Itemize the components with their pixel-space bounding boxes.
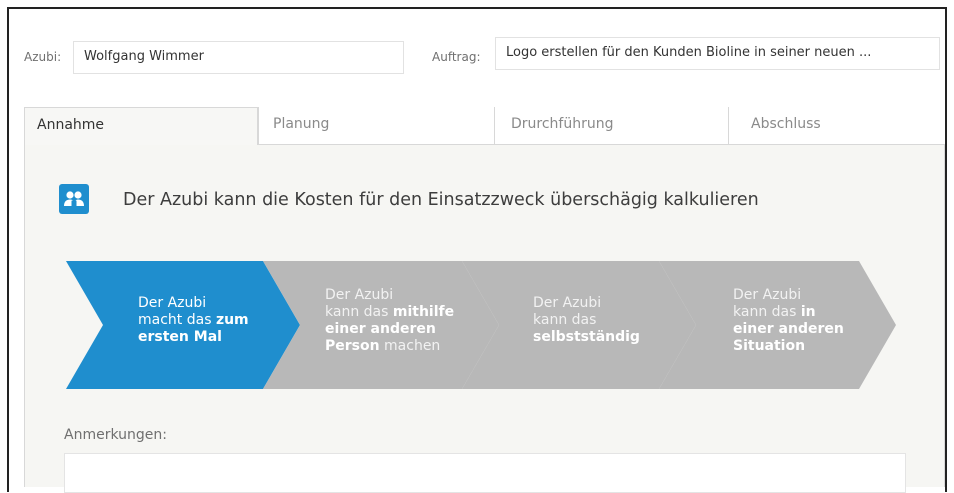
step-3-line3: selbstständig: [533, 329, 640, 345]
step-2-line4-bold: Person: [325, 338, 380, 354]
users-icon: [59, 184, 89, 214]
tab-durchfuehrung[interactable]: Drurchführung: [494, 107, 728, 144]
step-4-text[interactable]: Der Azubi kann das in einer anderen Situ…: [733, 287, 844, 355]
notes-textarea[interactable]: [64, 453, 906, 493]
azubi-field[interactable]: Wolfgang Wimmer: [73, 41, 404, 74]
step-1-line1: Der Azubi: [138, 295, 207, 311]
tab-abschluss[interactable]: Abschluss: [728, 107, 945, 144]
notes-label: Anmerkungen:: [64, 427, 167, 443]
tab-annahme[interactable]: Annahme: [24, 107, 258, 145]
step-4-line2: kann das: [733, 304, 801, 320]
step-2-line2-bold: mithilfe: [392, 304, 455, 320]
step-2-line2: kann das: [325, 304, 393, 320]
step-3-line2: kann das: [533, 312, 597, 328]
competence-title: Der Azubi kann die Kosten für den Einsat…: [123, 190, 759, 210]
step-3-line1: Der Azubi: [533, 295, 602, 311]
step-1-line3: ersten Mal: [138, 329, 222, 345]
step-2-line1: Der Azubi: [325, 287, 394, 303]
step-1-line2: macht das: [138, 312, 216, 328]
step-2-line4: machen: [379, 338, 441, 354]
step-3-text[interactable]: Der Azubi kann das selbstständig: [533, 295, 640, 346]
step-1-text[interactable]: Der Azubi macht das zum ersten Mal: [138, 295, 249, 346]
step-4-line4: Situation: [733, 338, 806, 354]
step-2-line3: einer anderen: [325, 321, 436, 337]
step-2-text[interactable]: Der Azubi kann das mithilfe einer andere…: [325, 287, 454, 355]
step-4-line1: Der Azubi: [733, 287, 802, 303]
azubi-label: Azubi:: [24, 50, 62, 64]
step-1-line2-bold: zum: [215, 312, 249, 328]
tab-planung[interactable]: Planung: [258, 107, 494, 144]
step-4-line3: einer anderen: [733, 321, 844, 337]
step-4-line2-bold: in: [800, 304, 816, 320]
auftrag-field[interactable]: Logo erstellen für den Kunden Bioline in…: [495, 37, 940, 70]
auftrag-label: Auftrag:: [432, 50, 481, 64]
